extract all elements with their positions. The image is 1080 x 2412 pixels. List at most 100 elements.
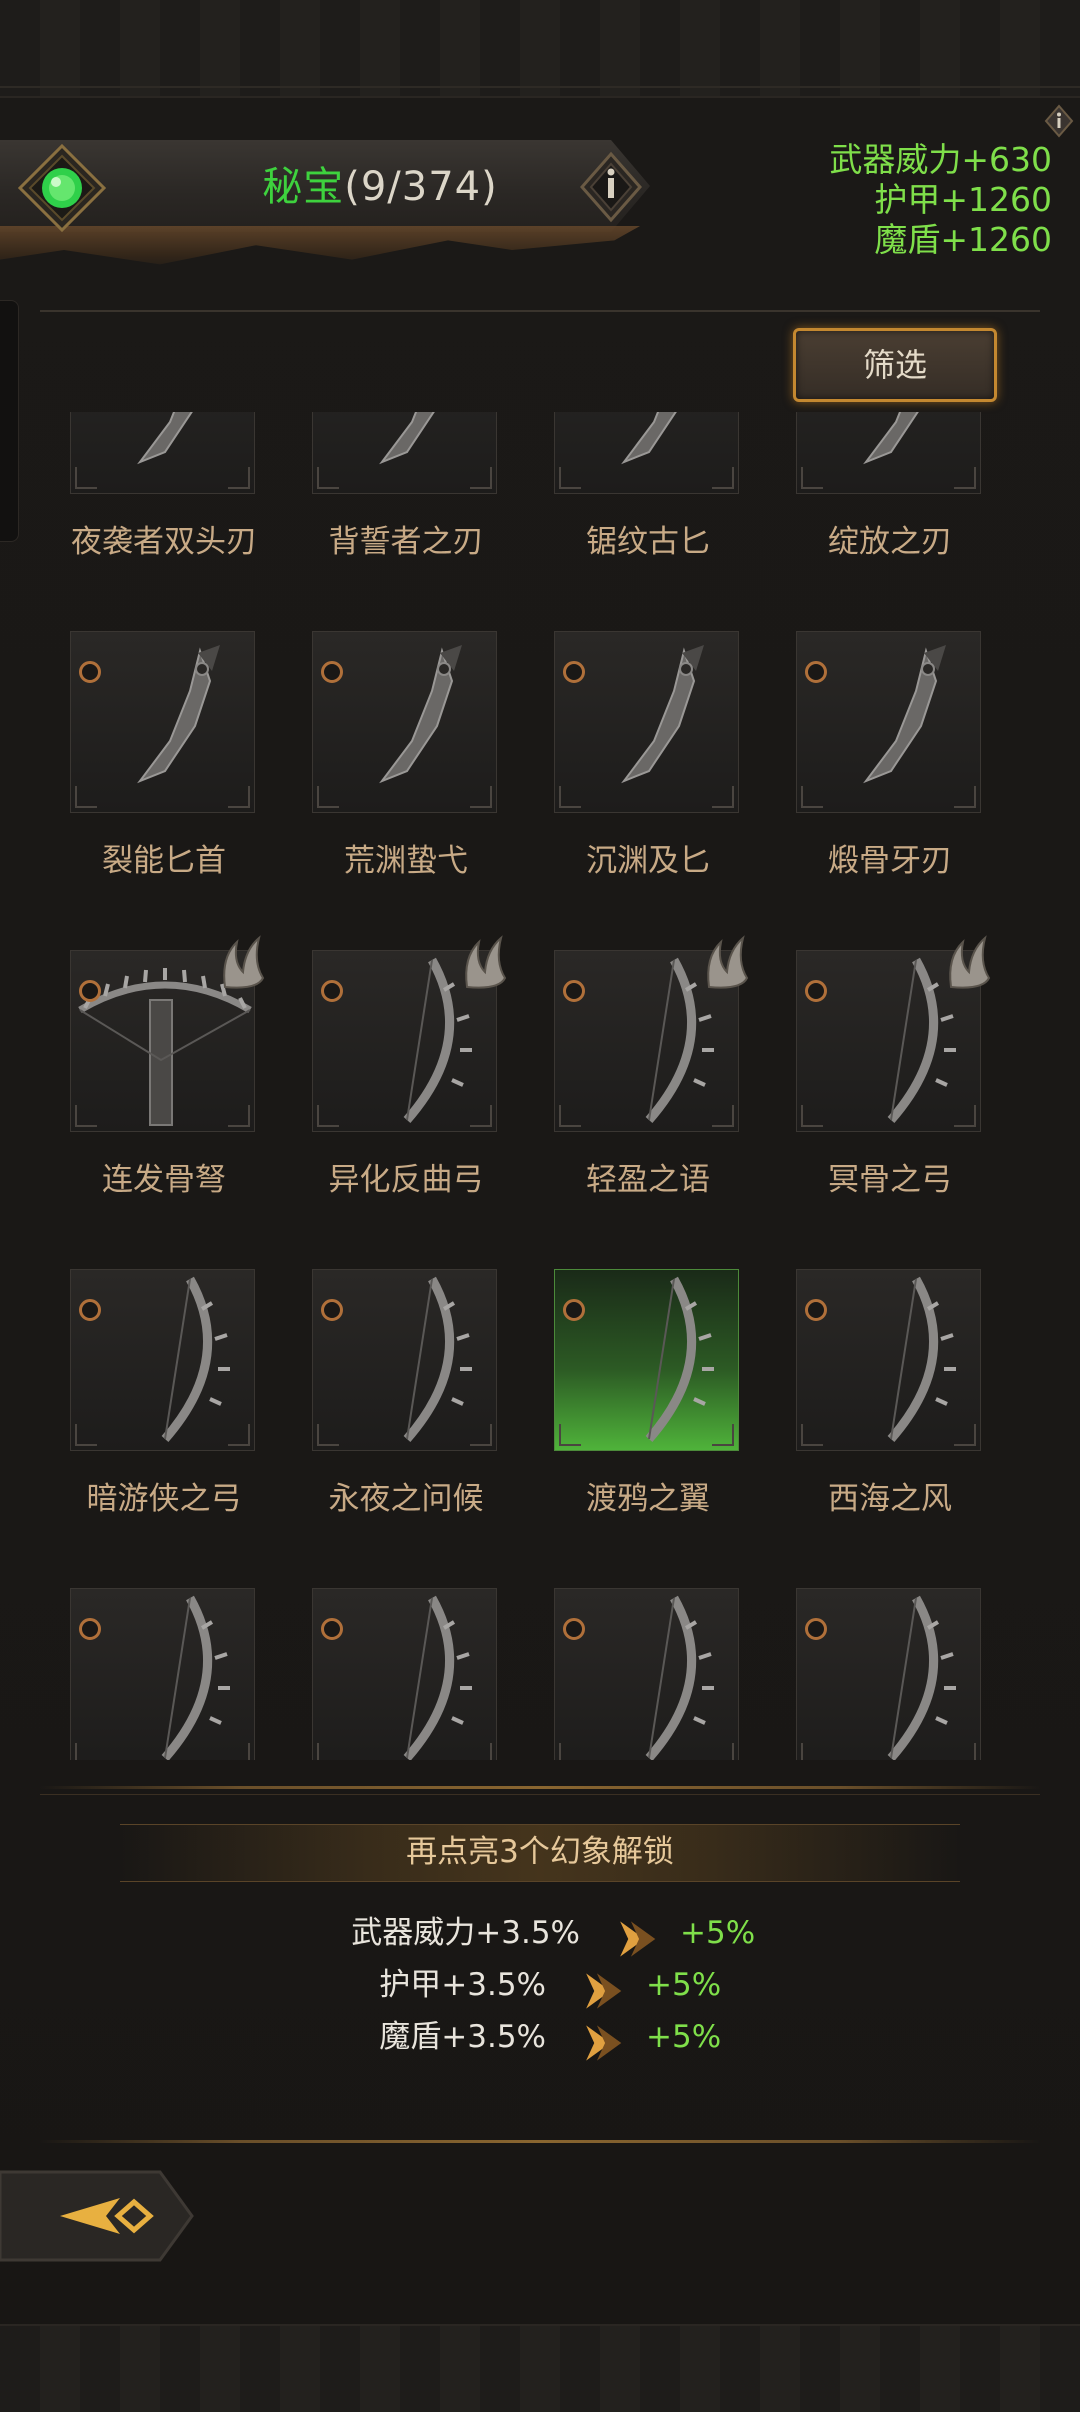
horn-badge-icon xyxy=(707,935,749,989)
top-ornament-band xyxy=(0,0,1080,98)
unlock-row-weapon-power: 武器威力+3.5% xyxy=(300,1910,580,1956)
next-value: +5% xyxy=(646,2019,722,2055)
treasure-item[interactable]: 渡鸦之翼 xyxy=(541,1269,741,1589)
bonus-magic-shield: 魔盾+1260 xyxy=(874,220,1052,259)
treasure-item[interactable] xyxy=(70,1588,257,1760)
current-value: 武器威力+3.5% xyxy=(351,1915,580,1951)
bonus-info-icon[interactable] xyxy=(1044,104,1074,138)
treasure-item[interactable]: 异化反曲弓 xyxy=(299,935,507,1270)
item-name: 背誓者之刃 xyxy=(328,524,484,560)
treasure-item[interactable] xyxy=(783,1588,983,1760)
item-name: 轻盈之语 xyxy=(586,1162,710,1198)
item-name: 异化反曲弓 xyxy=(328,1162,484,1198)
item-name: 暗游侠之弓 xyxy=(86,1481,242,1517)
item-name: 沉渊及匕 xyxy=(586,843,710,879)
item-name: 裂能匕首 xyxy=(102,843,226,879)
page-title: 秘宝(9/374) xyxy=(200,152,560,222)
dagger-icon xyxy=(863,412,919,465)
item-name: 西海之风 xyxy=(828,1481,952,1517)
treasure-item[interactable]: 连发骨弩 xyxy=(70,935,265,1270)
dagger-icon xyxy=(137,645,220,784)
item-name: 绽放之刃 xyxy=(828,524,952,560)
item-name: 夜袭者双头刃 xyxy=(71,524,257,560)
select-radio[interactable] xyxy=(321,1618,343,1640)
treasure-item[interactable]: 背誓者之刃 xyxy=(299,412,499,632)
select-radio[interactable] xyxy=(321,980,343,1002)
treasure-item[interactable]: 暗游侠之弓 xyxy=(70,1269,257,1589)
bow-icon xyxy=(403,1276,472,1442)
divider xyxy=(40,1794,1040,1795)
select-radio[interactable] xyxy=(805,661,827,683)
unlock-title: 再点亮3个幻象解锁 xyxy=(406,1834,674,1870)
dagger-icon xyxy=(379,645,462,784)
item-name: 冥骨之弓 xyxy=(828,1162,952,1198)
item-name: 渡鸦之翼 xyxy=(586,1481,710,1517)
treasure-item[interactable]: 裂能匕首 xyxy=(70,631,257,951)
title-name: 秘宝 xyxy=(262,164,345,210)
treasure-item[interactable]: 西海之风 xyxy=(783,1269,983,1589)
treasure-item[interactable]: 永夜之问候 xyxy=(299,1269,499,1589)
horn-badge-icon xyxy=(465,935,507,989)
select-radio[interactable] xyxy=(563,1299,585,1321)
select-radio[interactable] xyxy=(321,661,343,683)
treasure-item[interactable]: 夜袭者双头刃 xyxy=(70,412,257,632)
select-radio[interactable] xyxy=(563,980,585,1002)
treasure-grid[interactable]: 夜袭者双头刃 背誓者之刃 锯纹古匕 绽放之刃裂能匕首 荒渊蛰弋 沉渊及匕 煅骨牙刃连发骨弩 异… xyxy=(70,412,1010,1760)
select-radio[interactable] xyxy=(805,1299,827,1321)
horn-badge-icon xyxy=(949,935,991,989)
treasure-item[interactable]: 冥骨之弓 xyxy=(783,935,991,1270)
divider-ornament xyxy=(40,2140,1040,2143)
bow-icon xyxy=(161,1276,230,1442)
treasure-item[interactable]: 荒渊蛰弋 xyxy=(299,631,499,951)
arrow-right-icon xyxy=(586,2025,622,2061)
next-value: +5% xyxy=(646,1967,722,2003)
next-value: +5% xyxy=(680,1915,756,1951)
bow-icon xyxy=(161,1595,230,1760)
select-radio[interactable] xyxy=(805,980,827,1002)
select-radio[interactable] xyxy=(321,1299,343,1321)
treasure-item[interactable] xyxy=(299,1588,499,1760)
bow-icon xyxy=(403,1595,472,1760)
filter-button[interactable]: 筛选 xyxy=(793,328,997,402)
title-count: (9/374) xyxy=(344,164,498,210)
bow-icon xyxy=(645,1276,714,1442)
select-radio[interactable] xyxy=(79,1618,101,1640)
item-name: 煅骨牙刃 xyxy=(828,843,952,879)
treasure-item[interactable]: 煅骨牙刃 xyxy=(783,631,983,951)
dagger-icon xyxy=(863,645,946,784)
green-gem-emblem-icon xyxy=(18,144,106,232)
arrow-right-icon xyxy=(586,1973,622,2009)
item-name: 锯纹古匕 xyxy=(586,524,710,560)
bow-icon xyxy=(645,1595,714,1760)
dagger-icon xyxy=(137,412,193,465)
back-button[interactable] xyxy=(0,2168,196,2264)
item-name: 永夜之问候 xyxy=(328,1481,484,1517)
select-radio[interactable] xyxy=(79,1299,101,1321)
bow-icon xyxy=(887,1595,956,1760)
select-radio[interactable] xyxy=(563,661,585,683)
secret-treasure-screen: 秘宝(9/374) 武器威力+630 护甲+1260 魔盾+1260 筛选 夜袭… xyxy=(0,0,1080,2412)
current-value: 魔盾+3.5% xyxy=(379,2019,546,2055)
dagger-icon xyxy=(379,412,435,465)
select-radio[interactable] xyxy=(79,661,101,683)
dagger-icon xyxy=(621,412,677,465)
treasure-item[interactable]: 绽放之刃 xyxy=(783,412,983,632)
bonus-weapon-power: 武器威力+630 xyxy=(829,140,1052,179)
arrow-right-icon xyxy=(620,1921,656,1957)
bottom-ornament-band xyxy=(0,2324,1080,2412)
treasure-item[interactable]: 锯纹古匕 xyxy=(541,412,741,632)
side-drawer-handle[interactable] xyxy=(0,300,19,542)
treasure-item[interactable]: 轻盈之语 xyxy=(541,935,749,1270)
total-bonus-stats: 武器威力+630 护甲+1260 魔盾+1260 xyxy=(829,140,1052,260)
select-radio[interactable] xyxy=(79,980,101,1002)
select-radio[interactable] xyxy=(805,1618,827,1640)
info-icon[interactable] xyxy=(578,150,644,224)
item-name: 荒渊蛰弋 xyxy=(344,843,468,879)
bow-icon xyxy=(887,1276,956,1442)
dagger-icon xyxy=(621,645,704,784)
treasure-item[interactable] xyxy=(541,1588,741,1760)
select-radio[interactable] xyxy=(563,1618,585,1640)
divider xyxy=(40,310,1040,312)
treasure-item[interactable]: 沉渊及匕 xyxy=(541,631,741,951)
current-value: 护甲+3.5% xyxy=(379,1967,546,2003)
